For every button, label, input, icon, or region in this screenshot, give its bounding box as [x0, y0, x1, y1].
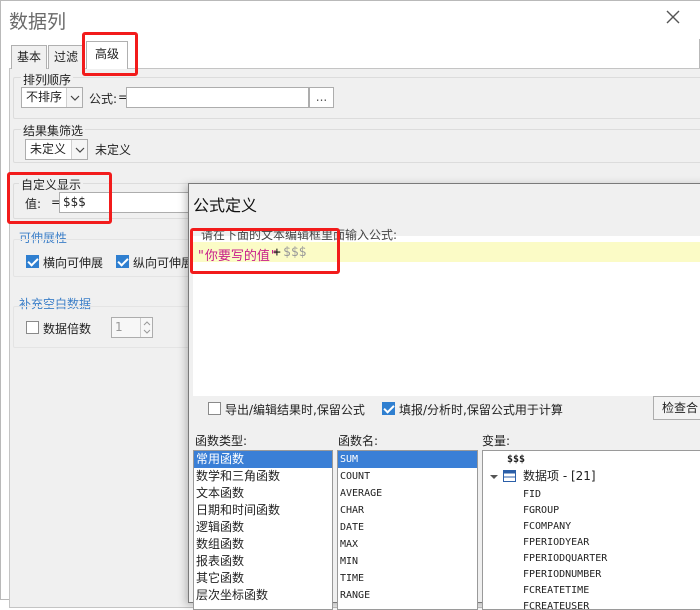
result-filter-text: 未定义	[95, 143, 132, 157]
list-item[interactable]: FPERIODYEAR	[521, 534, 589, 551]
result-filter-select[interactable]: 未定义	[25, 139, 88, 160]
data-multiple-label: 数据倍数	[43, 322, 92, 336]
list-item[interactable]: CHAR	[338, 502, 364, 519]
list-item[interactable]: FCOMPANY	[521, 518, 571, 535]
tree-item-group[interactable]: 数据项 - [21]	[521, 468, 596, 485]
list-item[interactable]: 文本函数	[194, 485, 244, 502]
table-icon	[503, 470, 516, 485]
export-keep-formula-checkbox[interactable]	[208, 402, 221, 415]
check-formula-button[interactable]: 检查合	[653, 396, 700, 420]
result-filter-value: 未定义	[30, 142, 67, 156]
list-item[interactable]: 层次坐标函数	[194, 587, 268, 604]
tab-basic[interactable]: 基本	[11, 45, 47, 69]
tree-item-root[interactable]: $$$	[505, 451, 525, 468]
list-item[interactable]: FCREATETIME	[521, 582, 589, 599]
list-item[interactable]: COUNT	[338, 468, 370, 485]
list-item[interactable]: 数组函数	[194, 536, 244, 553]
list-item[interactable]: TIME	[338, 570, 364, 587]
result-filter-label: 结果集筛选	[21, 122, 86, 139]
chevron-down-icon	[71, 140, 87, 159]
advanced-tab-highlight	[82, 32, 138, 76]
list-item[interactable]: MIN	[338, 553, 358, 570]
vertical-expand-checkbox[interactable]	[116, 255, 129, 268]
formula-dialog-title: 公式定义	[193, 196, 258, 215]
list-item[interactable]: 日期和时间函数	[194, 502, 280, 519]
list-item[interactable]: FGROUP	[521, 502, 559, 519]
variable-tree[interactable]: $$$ 数据项 - [21] FID FGROUP FCOMPANY FPERI…	[482, 450, 700, 610]
variable-label: 变量:	[482, 434, 511, 448]
list-item[interactable]: 常用函数	[194, 451, 332, 468]
tab-filter[interactable]: 过滤	[48, 45, 84, 69]
data-multiple-value: 1	[115, 320, 123, 334]
formula-highlight	[190, 228, 340, 274]
fill-keep-formula-checkbox[interactable]	[382, 402, 395, 415]
fill-keep-formula-label: 填报/分析时,保留公式用于计算	[399, 403, 563, 417]
sort-order-select[interactable]: 不排序	[21, 87, 83, 108]
sort-group-label: 排列顺序	[21, 71, 74, 88]
horizontal-expand-label: 横向可伸展	[43, 256, 104, 270]
list-item[interactable]: FPERIODQUARTER	[521, 550, 607, 567]
vertical-expand-label: 纵向可伸展	[133, 256, 194, 270]
func-type-list[interactable]: 常用函数 数学和三角函数 文本函数 日期和时间函数 逻辑函数 数组函数 报表函数…	[193, 450, 333, 610]
func-type-label: 函数类型:	[195, 434, 248, 448]
list-item[interactable]: SUM	[338, 451, 477, 468]
close-icon[interactable]	[661, 5, 685, 29]
list-item[interactable]: 逻辑函数	[194, 519, 244, 536]
chevron-down-icon	[66, 88, 82, 107]
sort-formula-button[interactable]: ...	[309, 87, 334, 108]
horizontal-expand-checkbox[interactable]	[26, 255, 39, 268]
dialog-title: 数据列	[9, 11, 67, 33]
list-item[interactable]: FID	[521, 486, 541, 503]
spinner-arrows-icon	[140, 318, 152, 337]
list-item[interactable]: MAX	[338, 536, 358, 553]
func-name-label: 函数名:	[338, 434, 379, 448]
list-item[interactable]: 其它函数	[194, 570, 244, 587]
export-keep-formula-label: 导出/编辑结果时,保留公式	[225, 403, 365, 417]
sort-formula-label: 公式:	[89, 92, 118, 106]
data-multiple-spinner[interactable]: 1	[111, 317, 153, 338]
list-item[interactable]: 报表函数	[194, 553, 244, 570]
func-name-list[interactable]: SUM COUNT AVERAGE CHAR DATE MAX MIN TIME…	[337, 450, 478, 610]
sort-formula-input[interactable]	[126, 87, 309, 108]
sort-order-value: 不排序	[26, 90, 63, 104]
list-item[interactable]: DATE	[338, 519, 364, 536]
data-multiple-checkbox[interactable]	[26, 321, 39, 334]
chevron-down-icon[interactable]	[489, 471, 499, 485]
list-item[interactable]: FPERIODNUMBER	[521, 566, 601, 583]
list-item[interactable]: AVERAGE	[338, 485, 382, 502]
list-item[interactable]: RANGE	[338, 587, 370, 604]
list-item[interactable]: 数学和三角函数	[194, 468, 280, 485]
custom-display-highlight	[7, 172, 112, 224]
